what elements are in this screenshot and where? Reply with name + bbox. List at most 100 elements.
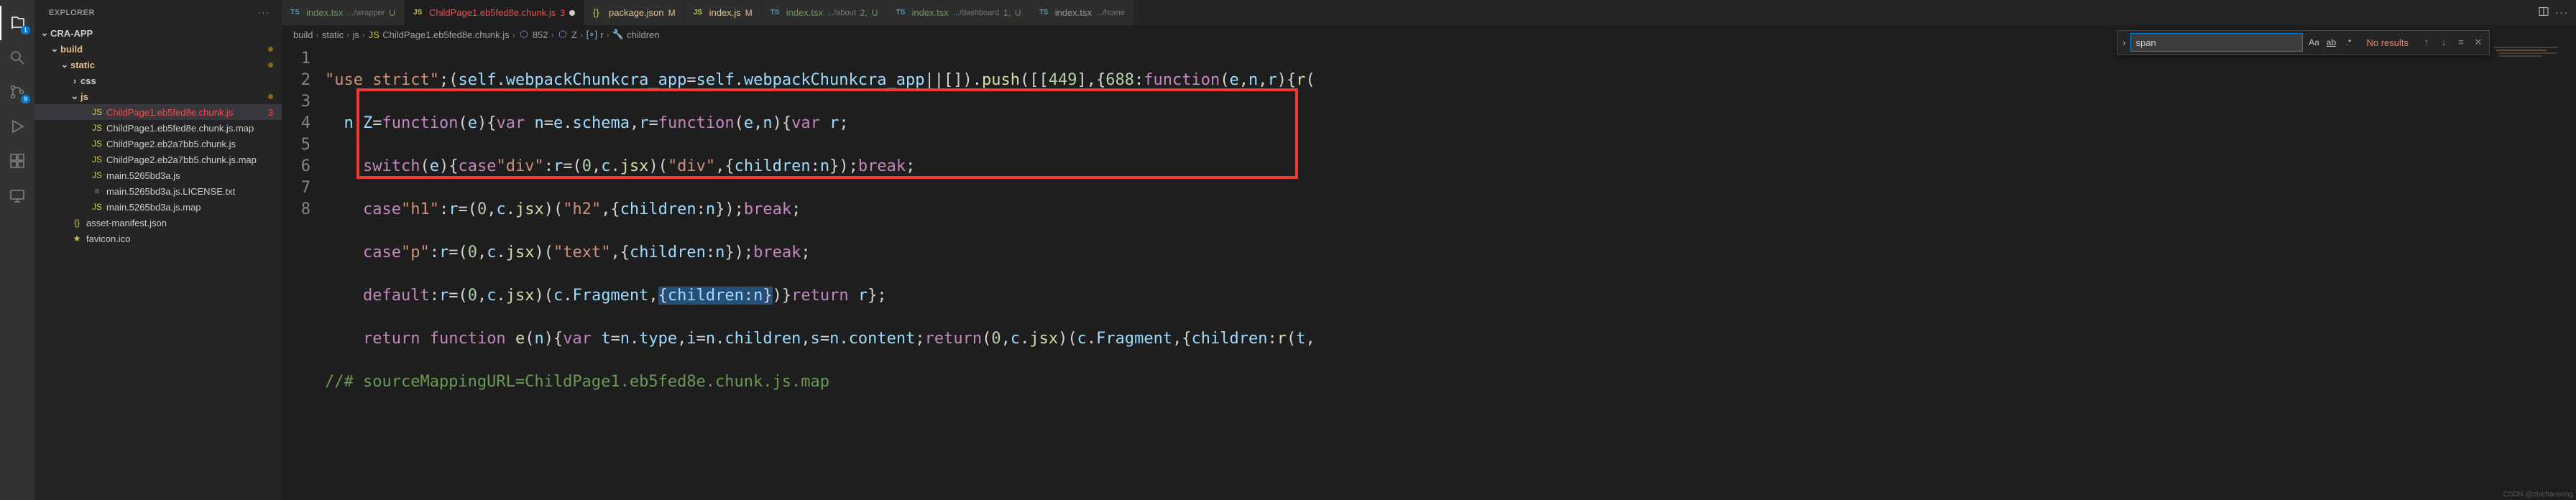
breadcrumb-item[interactable]: build: [293, 29, 313, 40]
tab[interactable]: {}package.jsonM: [584, 0, 685, 25]
line-number: 8: [282, 199, 310, 221]
tree-folder[interactable]: ⌄build: [34, 41, 282, 57]
activity-debug[interactable]: [0, 109, 34, 144]
tab[interactable]: TSindex.tsx.../wrapperU: [282, 0, 405, 25]
activity-search[interactable]: [0, 40, 34, 75]
match-word-icon[interactable]: ab: [2323, 34, 2339, 50]
activity-remote[interactable]: [0, 178, 34, 213]
tree-item-label: asset-manifest.json: [86, 218, 273, 228]
tree-item-label: ChildPage1.eb5fed8e.chunk.js: [106, 107, 268, 118]
tree-folder[interactable]: ⌄js: [34, 88, 282, 104]
js-icon: JS: [91, 107, 104, 117]
sidebar-title: EXPLORER: [49, 9, 95, 17]
ts-icon: TS: [290, 9, 302, 17]
tree-item-label: css: [80, 75, 273, 86]
line-number: 4: [282, 113, 310, 134]
tree-file[interactable]: ·JSChildPage2.eb2a7bb5.chunk.js: [34, 136, 282, 152]
tab[interactable]: TSindex.tsx.../about2,U: [762, 0, 888, 25]
chevron-down-icon: ⌄: [39, 27, 50, 39]
text-icon: ≡: [91, 186, 104, 196]
tabs-actions: ···: [2531, 0, 2576, 25]
tree-root[interactable]: ⌄ CRA-APP: [34, 25, 282, 41]
tree-file[interactable]: ·JSmain.5265bd3a.js: [34, 167, 282, 183]
breadcrumb-item[interactable]: 852: [533, 29, 548, 40]
tree-item-label: main.5265bd3a.js.LICENSE.txt: [106, 186, 273, 197]
ts-icon: TS: [896, 9, 907, 17]
tab-git-status: U: [1015, 8, 1021, 18]
sidebar: EXPLORER ··· ⌄ CRA-APP ⌄build⌄static›css…: [34, 0, 282, 500]
tree-item-label: static: [70, 60, 268, 70]
tabs: TSindex.tsx.../wrapperUJSChildPage1.eb5f…: [282, 0, 2576, 25]
more-actions-icon[interactable]: ···: [2555, 7, 2569, 18]
sidebar-header: EXPLORER ···: [34, 0, 282, 25]
find-input[interactable]: [2130, 33, 2303, 52]
tree-file[interactable]: ·≡main.5265bd3a.js.LICENSE.txt: [34, 183, 282, 199]
tab-label: package.json: [609, 7, 664, 18]
find-widget: › Aa ab .* No results ↑ ↓ ≡ ✕: [2117, 30, 2490, 55]
module-icon: ⬡: [557, 29, 569, 40]
tree-file[interactable]: ·{}asset-manifest.json: [34, 215, 282, 231]
line-number: 3: [282, 91, 310, 113]
tab-git-status: M: [745, 8, 753, 18]
activity-scm[interactable]: 9: [0, 75, 34, 109]
editor[interactable]: 1 2 3 4 5 6 7 8 "use strict";(self.webpa…: [282, 44, 2576, 500]
tree-item-label: ChildPage1.eb5fed8e.chunk.js.map: [106, 123, 273, 134]
breadcrumb-item[interactable]: r: [600, 29, 603, 40]
tab[interactable]: JSChildPage1.eb5fed8e.chunk.js3: [405, 0, 584, 25]
js-icon: JS: [91, 139, 104, 149]
line-number: 1: [282, 48, 310, 70]
tree-file[interactable]: ·JSChildPage2.eb2a7bb5.chunk.js.map: [34, 152, 282, 167]
json-icon: {}: [593, 7, 604, 18]
explorer-badge: 1: [21, 26, 30, 34]
scm-badge: 9: [21, 95, 30, 103]
match-case-icon[interactable]: Aa: [2306, 34, 2322, 50]
sidebar-more-icon[interactable]: ···: [258, 9, 270, 17]
git-modified-dot: [268, 62, 273, 68]
js-icon: JS: [413, 9, 425, 17]
problem-count: 3: [268, 107, 273, 118]
dirty-indicator-icon: [569, 10, 575, 16]
tree-folder[interactable]: ⌄static: [34, 57, 282, 73]
tree-item-label: ChildPage2.eb2a7bb5.chunk.js: [106, 139, 273, 149]
ts-icon: TS: [770, 9, 782, 17]
close-icon[interactable]: ✕: [2470, 37, 2486, 48]
git-modified-dot: [268, 47, 273, 52]
breadcrumb-item[interactable]: ChildPage1.eb5fed8e.chunk.js: [382, 29, 509, 40]
find-selection-icon[interactable]: ≡: [2453, 37, 2469, 48]
tree-file[interactable]: ·★favicon.ico: [34, 231, 282, 246]
tree-file[interactable]: ·JSChildPage1.eb5fed8e.chunk.js.map: [34, 120, 282, 136]
breadcrumb-item[interactable]: js: [353, 29, 359, 40]
tab[interactable]: TSindex.tsx.../home: [1031, 0, 1134, 25]
tab-badge: 3: [560, 8, 565, 18]
tab[interactable]: TSindex.tsx.../dashboard1,U: [887, 0, 1030, 25]
breadcrumb-item[interactable]: static: [322, 29, 344, 40]
js-icon: JS: [694, 9, 705, 17]
tree-item-label: main.5265bd3a.js: [106, 170, 273, 181]
code-content[interactable]: "use strict";(self.webpackChunkcra_app=s…: [325, 44, 2490, 500]
breadcrumb-item[interactable]: Z: [571, 29, 577, 40]
minimap[interactable]: [2490, 44, 2576, 500]
tab-path: .../about: [827, 9, 856, 17]
line-number: 6: [282, 156, 310, 177]
activity-bar: 1 9: [0, 0, 34, 500]
chevron-down-icon: ⌄: [49, 43, 60, 55]
activity-extensions[interactable]: [0, 144, 34, 178]
line-number: 5: [282, 134, 310, 156]
find-next-icon[interactable]: ↓: [2436, 37, 2452, 48]
find-prev-icon[interactable]: ↑: [2419, 37, 2434, 48]
regex-icon[interactable]: .*: [2340, 34, 2356, 50]
tree-file[interactable]: ·JSmain.5265bd3a.js.map: [34, 199, 282, 215]
js-icon: JS: [91, 123, 104, 133]
chevron-down-icon: ⌄: [69, 91, 80, 102]
breadcrumb-item[interactable]: children: [627, 29, 660, 40]
tree-file[interactable]: ·JSChildPage1.eb5fed8e.chunk.js3: [34, 104, 282, 120]
tree-folder[interactable]: ›css: [34, 73, 282, 88]
tree-item-label: ChildPage2.eb2a7bb5.chunk.js.map: [106, 154, 273, 165]
property-icon: 🔧: [612, 29, 624, 40]
tab[interactable]: JSindex.jsM: [685, 0, 762, 25]
activity-explorer[interactable]: 1: [0, 6, 34, 40]
split-editor-icon[interactable]: [2538, 6, 2549, 19]
tree-item-label: build: [60, 44, 268, 55]
chevron-right-icon[interactable]: ›: [2117, 37, 2130, 48]
tree-item-label: favicon.ico: [86, 233, 273, 244]
